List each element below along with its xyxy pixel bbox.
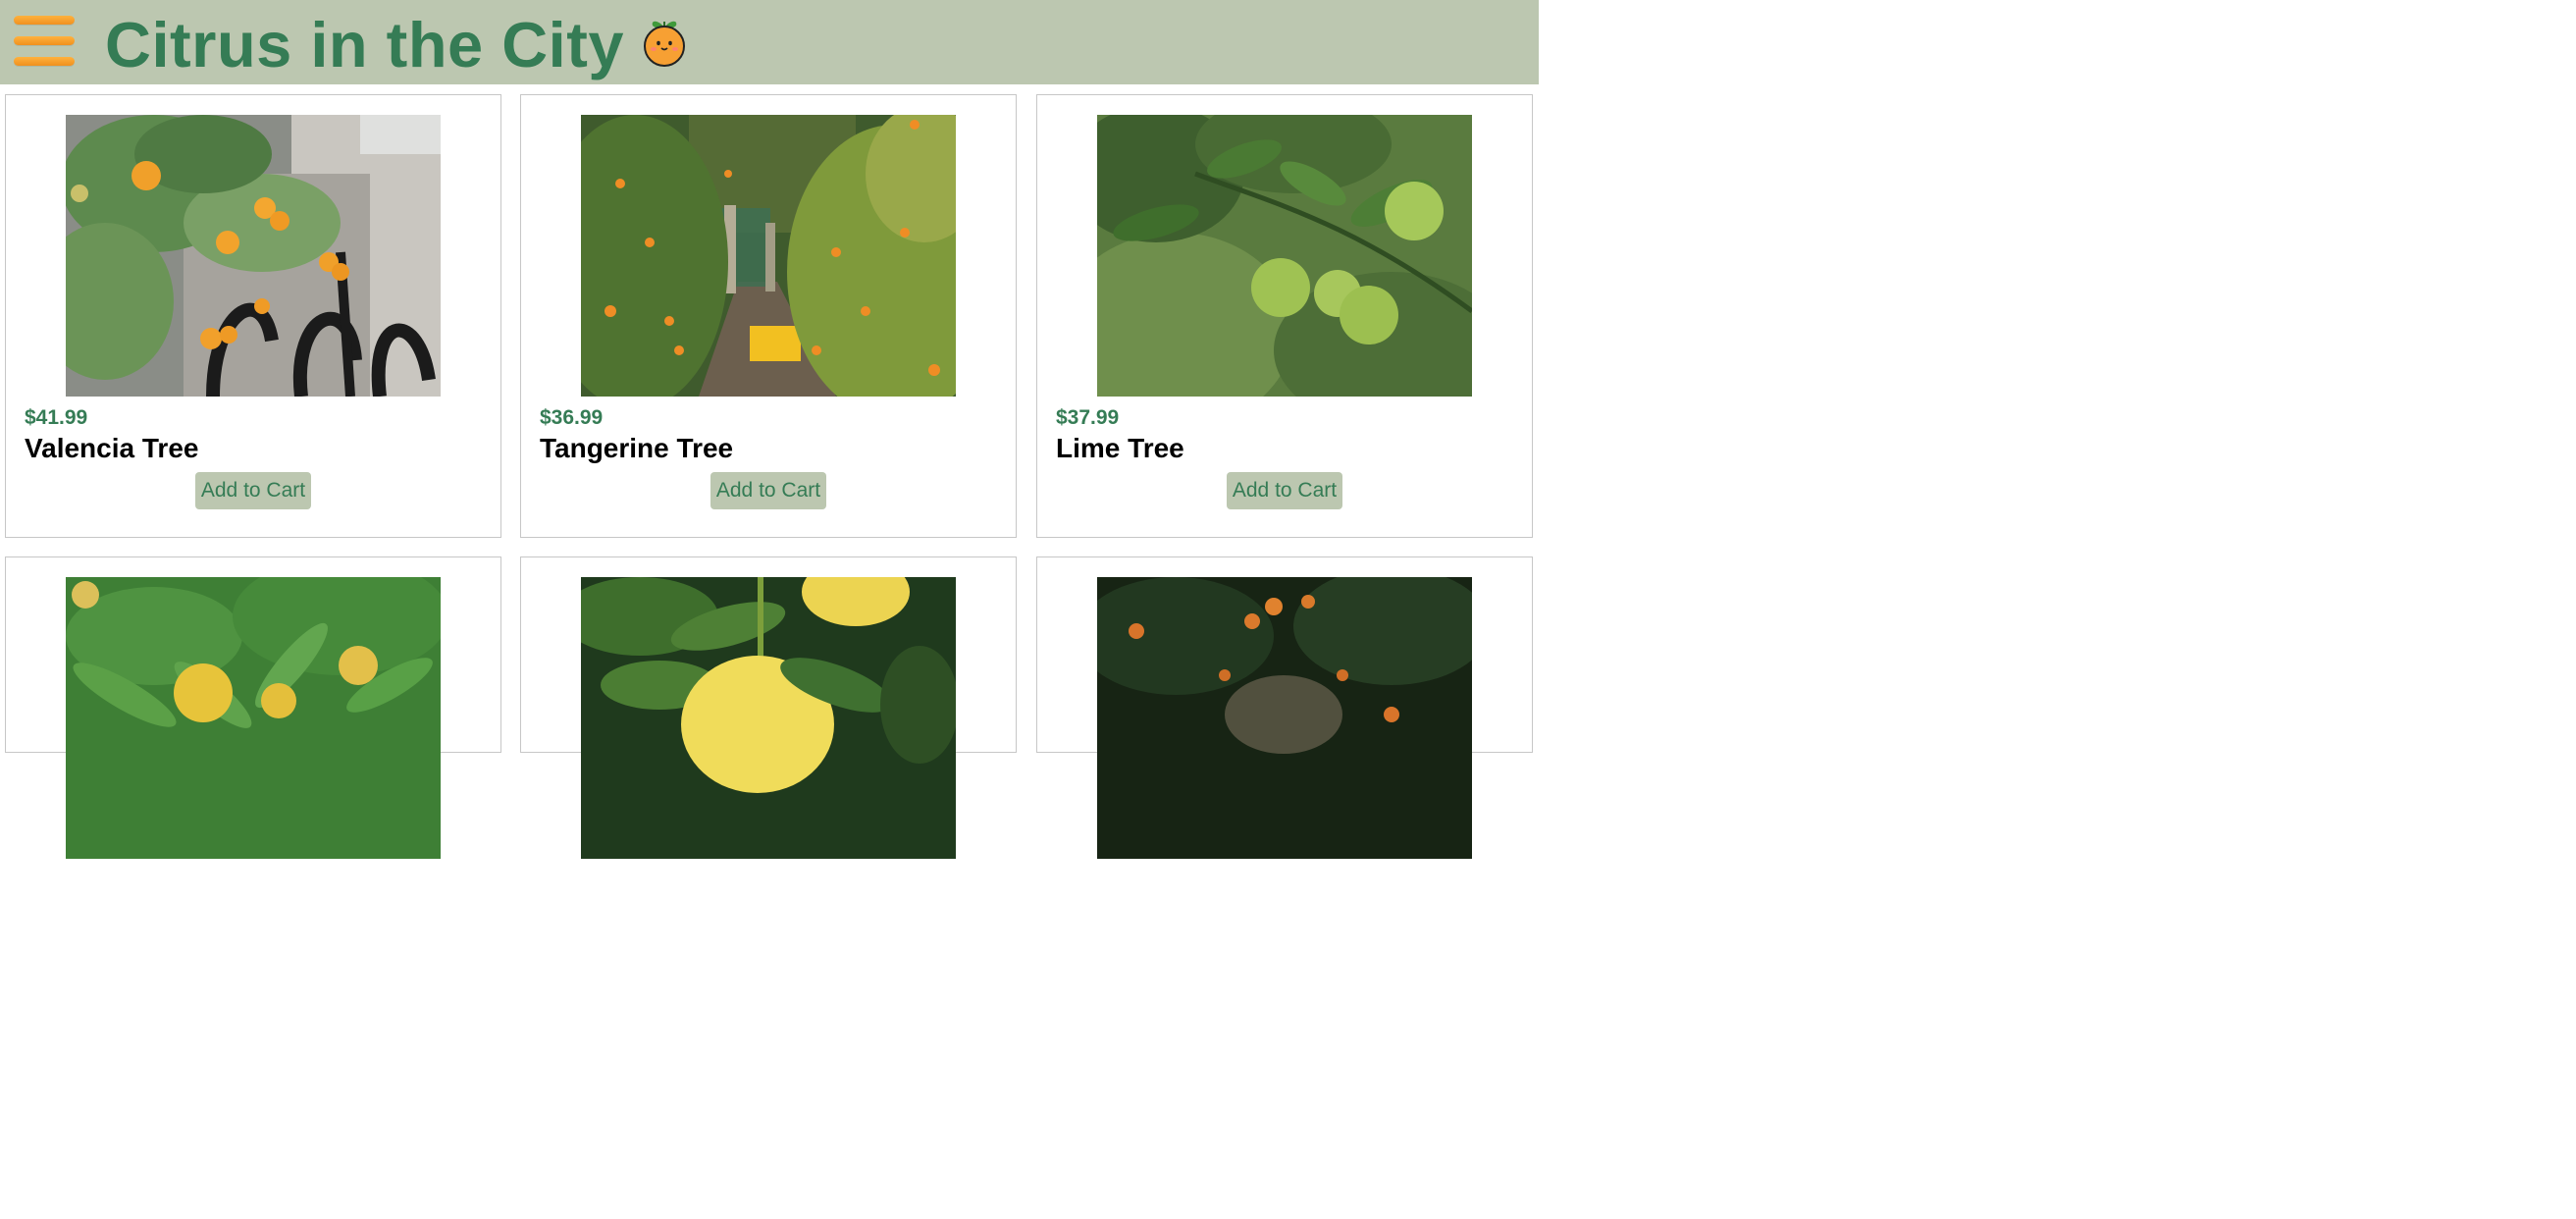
menu-bar bbox=[14, 57, 75, 66]
site-header: Citrus in the City bbox=[0, 0, 1539, 84]
product-name[interactable]: Tangerine Tree bbox=[540, 432, 733, 465]
menu-bar bbox=[14, 36, 75, 45]
hamburger-menu-icon[interactable] bbox=[14, 15, 75, 68]
add-to-cart-button[interactable]: Add to Cart bbox=[195, 472, 311, 509]
tangerine-orchard-photo[interactable] bbox=[581, 115, 956, 397]
product-price: $41.99 bbox=[25, 406, 88, 429]
product-price: $36.99 bbox=[540, 406, 604, 429]
menu-bar bbox=[14, 16, 75, 25]
product-price: $37.99 bbox=[1056, 406, 1120, 429]
lemon-tree-photo[interactable] bbox=[66, 577, 441, 859]
product-card-lime[interactable]: $37.99 Lime Tree Add to Cart bbox=[1036, 94, 1533, 538]
site-title: Citrus in the City bbox=[105, 9, 625, 80]
dark-orange-grove-photo[interactable] bbox=[1097, 577, 1472, 859]
orange-mascot-icon bbox=[644, 21, 685, 67]
product-card-tangerine[interactable]: $36.99 Tangerine Tree Add to Cart bbox=[520, 94, 1017, 538]
add-to-cart-button[interactable]: Add to Cart bbox=[710, 472, 826, 509]
product-card-valencia[interactable]: $41.99 Valencia Tree Add to Cart bbox=[5, 94, 501, 538]
valencia-tree-photo[interactable] bbox=[66, 115, 441, 397]
grapefruit-photo[interactable] bbox=[581, 577, 956, 859]
add-to-cart-button[interactable]: Add to Cart bbox=[1227, 472, 1342, 509]
product-card-orange-grove[interactable] bbox=[1036, 556, 1533, 859]
product-card-lemon[interactable] bbox=[5, 556, 501, 859]
lime-branch-photo[interactable] bbox=[1097, 115, 1472, 397]
product-name[interactable]: Valencia Tree bbox=[25, 432, 198, 465]
product-card-grapefruit[interactable] bbox=[520, 556, 1017, 859]
product-name[interactable]: Lime Tree bbox=[1056, 432, 1184, 465]
